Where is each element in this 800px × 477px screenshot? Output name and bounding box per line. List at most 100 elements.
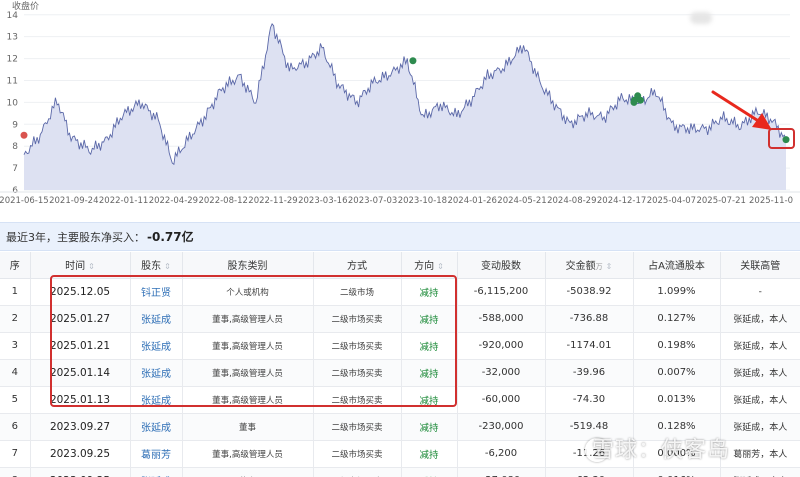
row-direction: 减持 bbox=[401, 359, 458, 387]
row-index: 5 bbox=[0, 386, 31, 414]
x-tick-label: 2024-05-21 bbox=[497, 196, 546, 206]
col-header-ratio: 占A流通股本 bbox=[633, 252, 721, 279]
row-holder[interactable]: 张延成 bbox=[130, 332, 183, 360]
row-index: 3 bbox=[0, 332, 31, 360]
row-ratio: 1.099% bbox=[633, 278, 721, 306]
row-index: 8 bbox=[0, 467, 31, 477]
sort-icon[interactable]: ⇕ bbox=[606, 262, 613, 271]
row-holder-type: 董事,高级管理人员 bbox=[182, 305, 314, 333]
table-row[interactable]: 1 2025.12.05 钭正贤 个人或机构 二级市场 减持 -6,115,200 -5038… bbox=[0, 278, 800, 306]
row-holder-type: 董事 bbox=[182, 413, 314, 441]
row-related: 张延成，本人 bbox=[720, 386, 800, 414]
y-tick-label: 10 bbox=[7, 98, 19, 108]
row-related: 张延成，本人 bbox=[720, 413, 800, 441]
row-method: 二级市场买卖 bbox=[313, 386, 402, 414]
row-holder[interactable]: 葛丽芳 bbox=[130, 440, 183, 468]
row-date: 2025.01.13 bbox=[30, 386, 131, 414]
col-header-shares: 变动股数 bbox=[457, 252, 546, 279]
row-ratio: 0.198% bbox=[633, 332, 721, 360]
summary-value: -0.77亿 bbox=[147, 230, 194, 244]
row-direction: 减持 bbox=[401, 278, 458, 306]
row-related: - bbox=[720, 278, 800, 306]
x-tick-label: 2022-04-29 bbox=[149, 196, 198, 206]
row-method: 二级市场买卖 bbox=[313, 413, 402, 441]
row-direction: 减持 bbox=[401, 413, 458, 441]
sort-icon[interactable]: ⇕ bbox=[437, 262, 444, 271]
col-header-date[interactable]: 时间 ⇕ bbox=[30, 252, 131, 279]
x-tick-label: 2025-04-07 bbox=[647, 196, 696, 206]
row-holder-type: 董事,高级管理人员 bbox=[182, 359, 314, 387]
row-holder[interactable]: 钭正贤 bbox=[130, 278, 183, 306]
sort-icon[interactable]: ⇕ bbox=[164, 262, 171, 271]
row-shares: -27,080 bbox=[457, 467, 546, 477]
trade-marker bbox=[637, 96, 645, 104]
row-holder[interactable]: 张延成 bbox=[130, 467, 183, 477]
y-tick-label: 9 bbox=[12, 120, 18, 130]
row-index: 7 bbox=[0, 440, 31, 468]
watermark-text: 雪球：侠客岛 bbox=[592, 438, 731, 463]
row-date: 2025.12.05 bbox=[30, 278, 131, 306]
row-holder[interactable]: 张延成 bbox=[130, 359, 183, 387]
row-direction: 减持 bbox=[401, 440, 458, 468]
row-related: 张延成，本人 bbox=[720, 359, 800, 387]
table-row[interactable]: 2 2025.01.27 张延成 董事,高级管理人员 二级市场买卖 减持 -588,000-… bbox=[0, 305, 800, 333]
row-ratio: 0.013% bbox=[633, 386, 721, 414]
row-shares: -588,000 bbox=[457, 305, 546, 333]
col-header-holder-type: 股东类别 bbox=[182, 252, 314, 279]
x-tick-label: 2023-07-03 bbox=[348, 196, 397, 206]
table-row[interactable]: 82023.09.25张延成董事二级市场买卖减持-27,080-62.300.0… bbox=[0, 467, 800, 477]
row-method: 二级市场买卖 bbox=[313, 440, 402, 468]
row-index: 2 bbox=[0, 305, 31, 333]
col-header-direction[interactable]: 方向 ⇕ bbox=[401, 252, 458, 279]
summary-label: 最近3年，主要股东净买入： bbox=[6, 231, 145, 244]
row-holder[interactable]: 张延成 bbox=[130, 305, 183, 333]
table-header-row: 序 时间 ⇕ 股东 ⇕ 股东类别 方式 方向 ⇕ 变动股数 交金额万 ⇕ 占A流通股本 … bbox=[0, 252, 800, 279]
x-tick-label: 2024-12-17 bbox=[597, 196, 646, 206]
row-shares: -230,000 bbox=[457, 413, 546, 441]
row-holder[interactable]: 张延成 bbox=[130, 413, 183, 441]
row-date: 2023.09.27 bbox=[30, 413, 131, 441]
blurred-element bbox=[690, 12, 712, 24]
table-row[interactable]: 5 2025.01.13 张延成 董事,高级管理人员 二级市场买卖 减持 -60,000 -7… bbox=[0, 386, 800, 414]
row-holder-type: 董事 bbox=[182, 467, 314, 477]
row-amount: -62.30 bbox=[545, 467, 634, 477]
y-tick-label: 14 bbox=[7, 11, 19, 21]
row-date: 2023.09.25 bbox=[30, 467, 131, 477]
price-chart-svg: 收盘价678910111213142021-06-15 2021-09-24 202… bbox=[0, 0, 800, 206]
row-related: 张延成，本人 bbox=[720, 305, 800, 333]
trade-marker bbox=[782, 136, 790, 144]
x-tick-label: 2025-07-21 bbox=[696, 196, 745, 206]
row-holder[interactable]: 张延成 bbox=[130, 386, 183, 414]
row-holder-type: 董事,高级管理人员 bbox=[182, 386, 314, 414]
x-tick-label: 2024-01-26 bbox=[447, 196, 496, 206]
row-direction: 减持 bbox=[401, 386, 458, 414]
row-date: 2025.01.27 bbox=[30, 305, 131, 333]
row-ratio: 0.007% bbox=[633, 359, 721, 387]
table-row[interactable]: 4 2025.01.14 张延成 董事,高级管理人员 二级市场买卖 减持 -32,000 -3… bbox=[0, 359, 800, 387]
net-buy-summary: 最近3年，主要股东净买入： -0.77亿 bbox=[0, 222, 800, 251]
row-shares: -920,000 bbox=[457, 332, 546, 360]
x-tick-label: 2023-03-16 bbox=[298, 196, 347, 206]
row-method: 二级市场买卖 bbox=[313, 332, 402, 360]
row-holder-type: 董事,高级管理人员 bbox=[182, 332, 314, 360]
col-header-holder[interactable]: 股东 ⇕ bbox=[130, 252, 183, 279]
amount-unit: 万 bbox=[595, 263, 603, 272]
x-tick-label: 2022-11-29 bbox=[248, 196, 297, 206]
col-header-related: 关联高管 bbox=[720, 252, 800, 279]
row-amount: -5038.92 bbox=[545, 278, 634, 306]
y-tick-label: 12 bbox=[7, 55, 18, 65]
table-row[interactable]: 3 2025.01.21 张延成 董事,高级管理人员 二级市场买卖 减持 -920,000-… bbox=[0, 332, 800, 360]
row-index: 4 bbox=[0, 359, 31, 387]
x-tick-label: 2021-09-24 bbox=[49, 196, 98, 206]
row-direction: 减持 bbox=[401, 332, 458, 360]
row-date: 2023.09.25 bbox=[30, 440, 131, 468]
row-related: 葛丽芳，本人 bbox=[720, 440, 800, 468]
sort-icon[interactable]: ⇕ bbox=[88, 262, 95, 271]
col-header-amount[interactable]: 交金额万 ⇕ bbox=[545, 252, 634, 279]
x-tick-label: 2022-01-11 bbox=[99, 196, 148, 206]
row-index: 1 bbox=[0, 278, 31, 306]
row-amount: -736.88 bbox=[545, 305, 634, 333]
row-index: 6 bbox=[0, 413, 31, 441]
x-tick-label: 2024-08-29 bbox=[547, 196, 596, 206]
col-header-index: 序 bbox=[0, 252, 31, 279]
